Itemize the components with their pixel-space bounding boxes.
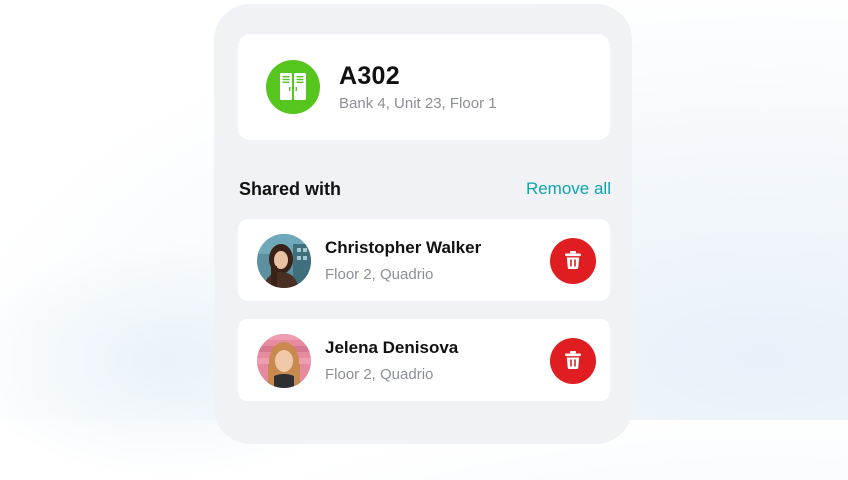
delete-button[interactable] [550,338,596,384]
delete-button[interactable] [550,238,596,284]
locker-card[interactable]: A302 Bank 4, Unit 23, Floor 1 [238,34,610,140]
shared-with-header: Shared with Remove all [238,178,611,202]
phone-screen: A302 Bank 4, Unit 23, Floor 1 Shared wit… [214,4,632,444]
locker-icon [266,60,320,114]
person-location: Floor 2, Quadrio [325,366,434,383]
locker-name: A302 [339,62,400,90]
avatar [257,334,311,388]
locker-location: Bank 4, Unit 23, Floor 1 [339,95,497,112]
section-title: Shared with [239,179,342,199]
person-name: Christopher Walker [325,238,482,257]
trash-icon [565,350,581,372]
trash-icon [565,250,581,272]
list-item[interactable]: Christopher Walker Floor 2, Quadrio [238,219,610,301]
remove-all-button[interactable]: Remove all [526,179,611,199]
person-location: Floor 2, Quadrio [325,266,434,283]
avatar [257,234,311,288]
list-item[interactable]: Jelena Denisova Floor 2, Quadrio [238,319,610,401]
person-name: Jelena Denisova [325,338,459,357]
